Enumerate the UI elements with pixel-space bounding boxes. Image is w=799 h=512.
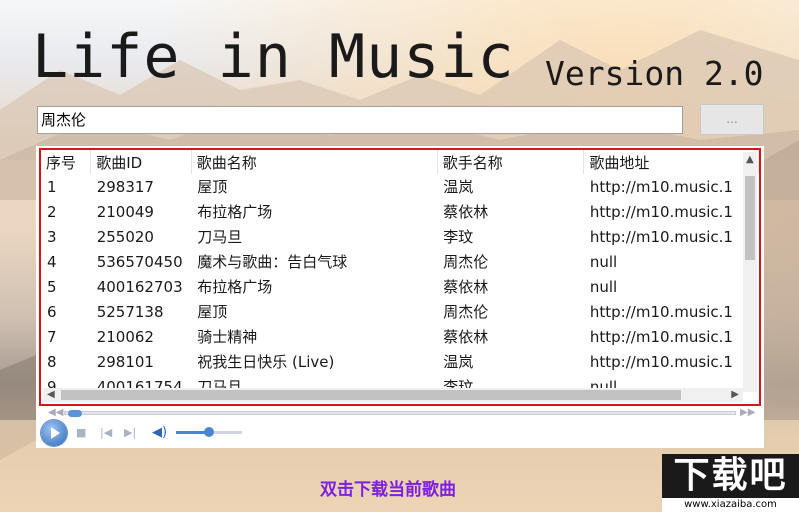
cell-song-id: 5257138: [96, 302, 164, 321]
cell-index: 8: [47, 352, 57, 371]
horizontal-scroll-thumb[interactable]: [61, 390, 681, 400]
column-header-song-id[interactable]: 歌曲ID: [90, 150, 192, 174]
table-row[interactable]: 3 255020 刀马旦 李玟 http://m10.music.1: [41, 224, 759, 249]
cell-artist: 蔡依林: [443, 278, 489, 296]
cell-url: http://m10.music.1: [589, 202, 733, 221]
table-row[interactable]: 4 536570450 魔术与歌曲：告白气球 周杰伦 null: [41, 249, 759, 274]
app-title: Life in Music: [32, 22, 515, 92]
previous-icon[interactable]: |◀: [100, 426, 112, 439]
cell-song-id: 400162703: [96, 277, 183, 296]
cell-url: http://m10.music.1: [589, 327, 733, 346]
cell-artist: 温岚: [443, 353, 474, 371]
cell-song-id: 210049: [96, 202, 154, 221]
column-header-url[interactable]: 歌曲地址: [583, 150, 759, 174]
cell-index: 4: [47, 252, 57, 271]
seek-thumb[interactable]: [68, 410, 82, 417]
cell-index: 5: [47, 277, 57, 296]
cell-url: null: [589, 252, 618, 271]
song-list[interactable]: 序号 歌曲ID 歌曲名称 歌手名称 歌曲地址 1 298317 屋顶 温岚 http:/…: [39, 148, 761, 406]
seek-forward-icon[interactable]: ▶▶: [740, 407, 755, 418]
song-panel: 序号 歌曲ID 歌曲名称 歌手名称 歌曲地址 1 298317 屋顶 温岚 http:/…: [36, 146, 764, 448]
cell-url: http://m10.music.1: [589, 227, 733, 246]
media-player: ◀◀ ▶▶ ■ |◀ ▶| ◀): [36, 407, 764, 448]
table-header: 序号 歌曲ID 歌曲名称 歌手名称 歌曲地址: [41, 150, 759, 174]
cell-song-id: 298101: [96, 352, 154, 371]
browse-button[interactable]: ...: [700, 104, 764, 135]
cell-artist: 周杰伦: [443, 253, 489, 271]
cell-url: null: [589, 277, 618, 296]
seek-back-icon[interactable]: ◀◀: [48, 407, 63, 418]
cell-artist: 蔡依林: [443, 328, 489, 346]
scroll-left-icon[interactable]: ◀: [47, 389, 55, 400]
vertical-scroll-thumb[interactable]: [745, 176, 755, 260]
cell-url: http://m10.music.1: [589, 177, 733, 196]
cell-song-name: 祝我生日快乐 (Live): [197, 353, 335, 371]
cell-artist: 周杰伦: [443, 303, 489, 321]
horizontal-scrollbar[interactable]: ◀ ▶: [43, 388, 743, 402]
volume-thumb[interactable]: [204, 427, 214, 437]
watermark-url: www.xiazaiba.com: [662, 498, 799, 512]
watermark-logo: 下载吧: [662, 454, 799, 498]
cell-artist: 温岚: [443, 178, 474, 196]
cell-song-id: 536570450: [96, 252, 183, 271]
search-input[interactable]: 周杰伦: [37, 106, 683, 134]
table-row[interactable]: 7 210062 骑士精神 蔡依林 http://m10.music.1: [41, 324, 759, 349]
cell-url: http://m10.music.1: [589, 302, 733, 321]
cell-index: 3: [47, 227, 57, 246]
download-hint: 双击下载当前歌曲: [320, 480, 456, 500]
scroll-right-icon[interactable]: ▶: [731, 389, 739, 400]
scroll-up-icon[interactable]: ▲: [746, 154, 754, 165]
version-label: Version 2.0: [545, 54, 764, 93]
cell-index: 1: [47, 177, 57, 196]
table-row[interactable]: 8 298101 祝我生日快乐 (Live) 温岚 http://m10.music.1: [41, 349, 759, 374]
next-icon[interactable]: ▶|: [124, 426, 136, 439]
column-header-song-name[interactable]: 歌曲名称: [191, 150, 438, 174]
cell-song-id: 298317: [96, 177, 154, 196]
cell-url: http://m10.music.1: [589, 352, 733, 371]
column-header-artist[interactable]: 歌手名称: [437, 150, 585, 174]
table-row[interactable]: 6 5257138 屋顶 周杰伦 http://m10.music.1: [41, 299, 759, 324]
cell-song-name: 屋顶: [197, 303, 228, 321]
cell-song-name: 魔术与歌曲：告白气球: [197, 253, 348, 271]
table-row[interactable]: 2 210049 布拉格广场 蔡依林 http://m10.music.1: [41, 199, 759, 224]
cell-song-id: 210062: [96, 327, 154, 346]
cell-index: 6: [47, 302, 57, 321]
cell-song-name: 骑士精神: [197, 328, 258, 346]
column-header-index[interactable]: 序号: [41, 150, 92, 174]
cell-artist: 李玟: [443, 228, 474, 246]
cell-song-name: 屋顶: [197, 178, 228, 196]
volume-slider[interactable]: [176, 427, 242, 437]
volume-icon[interactable]: ◀): [152, 425, 167, 440]
site-watermark: 下载吧 www.xiazaiba.com: [662, 454, 799, 512]
cell-index: 7: [47, 327, 57, 346]
cell-song-name: 刀马旦: [197, 228, 243, 246]
stop-icon[interactable]: ■: [76, 426, 86, 439]
seek-bar[interactable]: [64, 410, 736, 417]
cell-artist: 蔡依林: [443, 203, 489, 221]
cell-song-name: 布拉格广场: [197, 203, 273, 221]
play-icon[interactable]: [41, 420, 67, 446]
song-table: 序号 歌曲ID 歌曲名称 歌手名称 歌曲地址 1 298317 屋顶 温岚 http:/…: [41, 150, 759, 399]
vertical-scrollbar[interactable]: ▲: [743, 152, 757, 392]
table-row[interactable]: 5 400162703 布拉格广场 蔡依林 null: [41, 274, 759, 299]
cell-song-id: 255020: [96, 227, 154, 246]
cell-index: 2: [47, 202, 57, 221]
cell-song-name: 布拉格广场: [197, 278, 273, 296]
table-row[interactable]: 1 298317 屋顶 温岚 http://m10.music.1: [41, 174, 759, 199]
